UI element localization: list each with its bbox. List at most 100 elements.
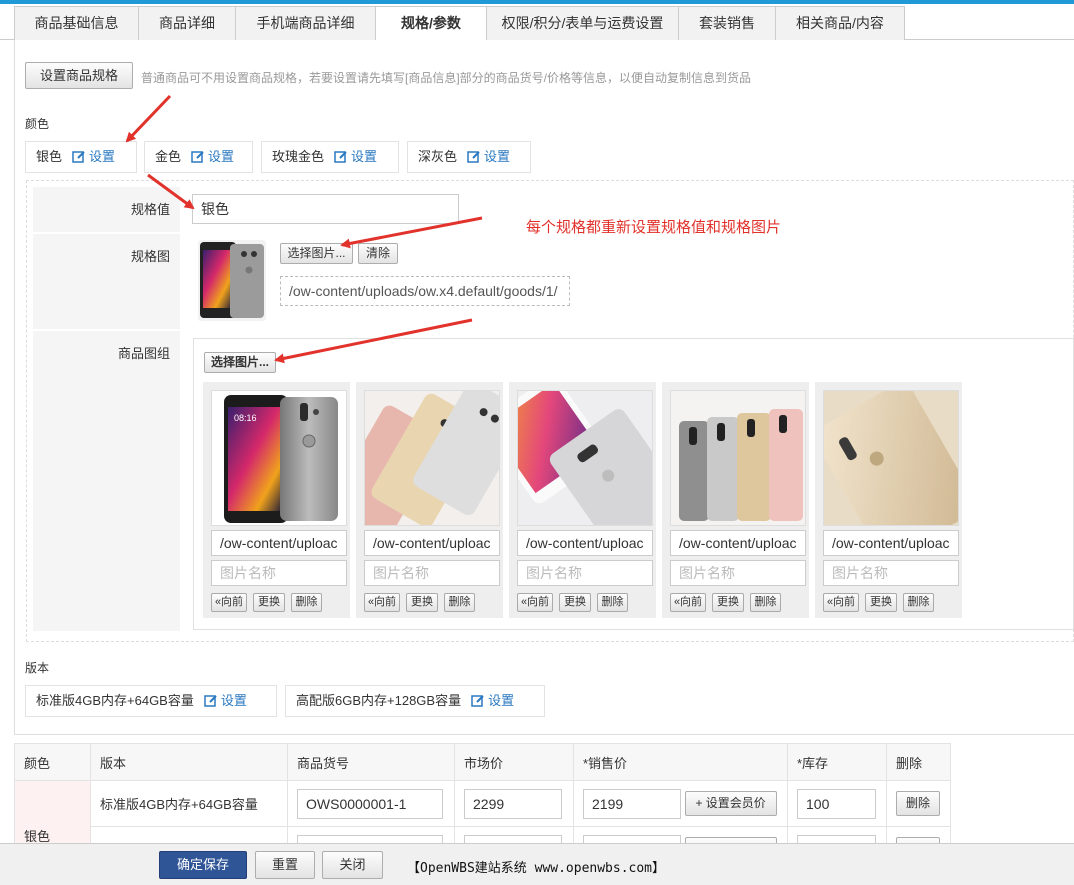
gallery-image-path-input[interactable]: /ow-content/uploac bbox=[823, 530, 959, 556]
column-header: *库存 bbox=[787, 743, 887, 781]
move-prev-button[interactable]: «向前 bbox=[823, 593, 859, 612]
spec-image-path-input[interactable]: /ow-content/uploads/ow.x4.default/goods/… bbox=[280, 276, 570, 306]
color-option-rose-gold: 玫瑰金色 设置 bbox=[261, 141, 399, 173]
column-header: 删除 bbox=[886, 743, 951, 781]
spec-hint-text: 普通商品可不用设置商品规格，若要设置请先填写[商品信息]部分的商品货号/价格等信… bbox=[141, 71, 752, 85]
clear-spec-image-button[interactable]: 清除 bbox=[358, 243, 398, 264]
color-option-set-link[interactable]: 设置 bbox=[72, 149, 115, 164]
column-header: 市场价 bbox=[454, 743, 574, 781]
sale-price-input[interactable]: 2199 bbox=[583, 788, 681, 819]
edit-icon bbox=[204, 695, 217, 707]
tab-basic-info[interactable]: 商品基础信息 bbox=[14, 6, 139, 41]
edit-icon bbox=[72, 151, 85, 163]
version-option-standard: 标准版4GB内存+64GB容量 设置 bbox=[25, 685, 277, 717]
spec-image-thumbnail bbox=[198, 240, 266, 321]
version-option-label: 高配版6GB内存+128GB容量 bbox=[296, 693, 462, 708]
gallery-item: /ow-content/uploac 图片名称 «向前 更换 删除 bbox=[815, 382, 965, 618]
column-header: 颜色 bbox=[14, 743, 91, 781]
svg-text:08:16: 08:16 bbox=[234, 413, 257, 423]
reset-button[interactable]: 重置 bbox=[255, 851, 315, 879]
stock-input[interactable]: 100 bbox=[797, 788, 876, 819]
color-option-label: 玫瑰金色 bbox=[272, 149, 325, 164]
tab-bundle-sales[interactable]: 套装销售 bbox=[678, 6, 776, 41]
phone-image bbox=[671, 391, 805, 525]
save-button[interactable]: 确定保存 bbox=[159, 851, 247, 879]
gallery-image-name-input[interactable]: 图片名称 bbox=[823, 560, 959, 586]
table-row: 银色 标准版4GB内存+64GB容量 OWS0000001-1 2299 219… bbox=[14, 780, 951, 873]
gallery-image-path-input[interactable]: /ow-content/uploac bbox=[517, 530, 653, 556]
edit-icon bbox=[334, 151, 347, 163]
tab-details[interactable]: 商品详细 bbox=[138, 6, 236, 41]
tab-specs-params[interactable]: 规格/参数 bbox=[375, 6, 487, 41]
version-cell: 标准版4GB内存+64GB容量 bbox=[90, 780, 288, 827]
tab-permissions-points-shipping[interactable]: 权限/积分/表单与运费设置 bbox=[486, 6, 679, 41]
color-option-set-link[interactable]: 设置 bbox=[191, 149, 234, 164]
set-member-price-button[interactable]: + 设置会员价 bbox=[684, 791, 777, 816]
phone-image bbox=[200, 242, 264, 318]
move-prev-button[interactable]: «向前 bbox=[211, 593, 247, 612]
version-option-set-link[interactable]: 设置 bbox=[471, 693, 514, 708]
delete-image-button[interactable]: 删除 bbox=[291, 593, 322, 612]
delete-row-button[interactable]: 删除 bbox=[896, 791, 940, 816]
phone-image bbox=[365, 391, 499, 525]
spec-value-input[interactable]: 银色 bbox=[192, 194, 459, 224]
delete-image-button[interactable]: 删除 bbox=[597, 593, 628, 612]
replace-image-button[interactable]: 更换 bbox=[559, 593, 591, 612]
edit-icon bbox=[191, 151, 204, 163]
color-option-set-link[interactable]: 设置 bbox=[334, 149, 377, 164]
edit-icon bbox=[467, 151, 480, 163]
move-prev-button[interactable]: «向前 bbox=[670, 593, 706, 612]
color-option-space-gray: 深灰色 设置 bbox=[407, 141, 531, 173]
replace-image-button[interactable]: 更换 bbox=[253, 593, 285, 612]
tab-bar: 商品基础信息 商品详细 手机端商品详细 规格/参数 权限/积分/表单与运费设置 … bbox=[0, 4, 1074, 41]
gallery-item: /ow-content/uploac 图片名称 «向前 更换 删除 bbox=[356, 382, 506, 618]
delete-image-button[interactable]: 删除 bbox=[750, 593, 781, 612]
tab-mobile-details[interactable]: 手机端商品详细 bbox=[235, 6, 376, 41]
replace-image-button[interactable]: 更换 bbox=[865, 593, 897, 612]
annotation-text: 每个规格都重新设置规格值和规格图片 bbox=[526, 219, 782, 236]
choose-spec-image-button[interactable]: 选择图片... bbox=[280, 243, 353, 264]
gallery-image-path-input[interactable]: /ow-content/uploac bbox=[211, 530, 347, 556]
close-button[interactable]: 关闭 bbox=[322, 851, 383, 879]
delete-image-button[interactable]: 删除 bbox=[444, 593, 475, 612]
spec-image-label: 规格图 bbox=[130, 249, 170, 264]
footer-bar: 确定保存 重置 关闭 【OpenWBS建站系统 www.openwbs.com】 bbox=[0, 843, 1074, 885]
phone-image bbox=[824, 391, 958, 525]
version-option-set-link[interactable]: 设置 bbox=[204, 693, 247, 708]
replace-image-button[interactable]: 更换 bbox=[406, 593, 438, 612]
sku-input[interactable]: OWS0000001-1 bbox=[297, 788, 443, 819]
color-option-silver: 银色 设置 bbox=[25, 141, 137, 173]
market-price-input[interactable]: 2299 bbox=[464, 788, 562, 819]
gallery-item: /ow-content/uploac 图片名称 «向前 更换 删除 bbox=[509, 382, 659, 618]
move-prev-button[interactable]: «向前 bbox=[364, 593, 400, 612]
color-option-gold: 金色 设置 bbox=[144, 141, 253, 173]
version-group-title: 版本 bbox=[25, 661, 50, 675]
replace-image-button[interactable]: 更换 bbox=[712, 593, 744, 612]
phone-image bbox=[518, 391, 652, 525]
phone-image: 08:16 bbox=[224, 395, 338, 523]
gallery-label-cell: 商品图组 bbox=[33, 331, 180, 631]
gallery-image-name-input[interactable]: 图片名称 bbox=[670, 560, 806, 586]
edit-icon bbox=[471, 695, 484, 707]
choose-gallery-image-button[interactable]: 选择图片... bbox=[204, 352, 276, 373]
image-label-cell: 规格图 bbox=[33, 234, 180, 329]
version-option-label: 标准版4GB内存+64GB容量 bbox=[36, 693, 194, 708]
gallery-image-name-input[interactable]: 图片名称 bbox=[517, 560, 653, 586]
gallery-image-path-input[interactable]: /ow-content/uploac bbox=[670, 530, 806, 556]
gallery-image-path-input[interactable]: /ow-content/uploac bbox=[364, 530, 500, 556]
spec-value-label: 规格值 bbox=[130, 202, 170, 217]
brand-text: 【OpenWBS建站系统 www.openwbs.com】 bbox=[407, 861, 666, 876]
gallery-thumbnail: 08:16 bbox=[211, 390, 347, 526]
column-header: *销售价 bbox=[573, 743, 788, 781]
version-option-premium: 高配版6GB内存+128GB容量 设置 bbox=[285, 685, 545, 717]
gallery-image-name-input[interactable]: 图片名称 bbox=[211, 560, 347, 586]
gallery-thumbnail bbox=[670, 390, 806, 526]
move-prev-button[interactable]: «向前 bbox=[517, 593, 553, 612]
set-spec-button[interactable]: 设置商品规格 bbox=[25, 62, 133, 89]
color-option-set-link[interactable]: 设置 bbox=[467, 149, 510, 164]
tab-related-content[interactable]: 相关商品/内容 bbox=[775, 6, 905, 41]
gallery-image-name-input[interactable]: 图片名称 bbox=[364, 560, 500, 586]
value-label-cell: 规格值 bbox=[33, 187, 180, 232]
delete-image-button[interactable]: 删除 bbox=[903, 593, 934, 612]
color-option-label: 深灰色 bbox=[418, 149, 458, 164]
